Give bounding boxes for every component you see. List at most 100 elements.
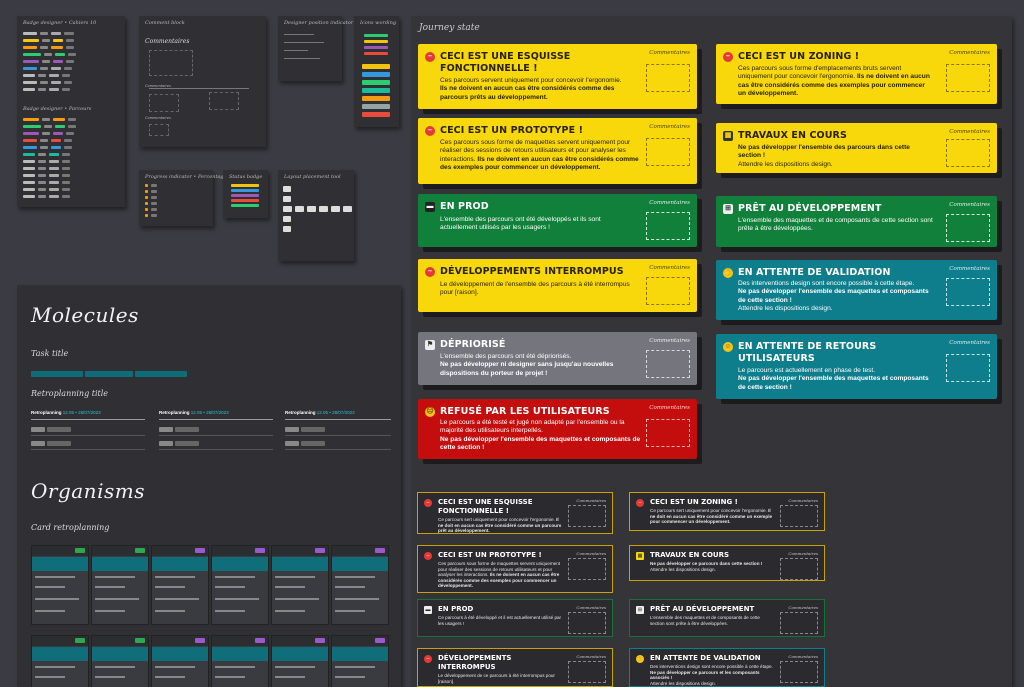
flag-icon: ⚑ xyxy=(425,340,435,350)
journey-title: Journey state xyxy=(419,23,480,33)
comment-box[interactable] xyxy=(946,278,990,306)
outline-card-validation[interactable]: ✋ EN ATTENTE DE VALIDATION Des intervent… xyxy=(629,648,825,687)
no-entry-icon: – xyxy=(636,499,644,507)
grid-icon: ⊞ xyxy=(636,606,644,614)
no-entry-icon: – xyxy=(424,655,432,663)
outline-card-zoning[interactable]: – CECI EST UN ZONING ! Ce parcours sert … xyxy=(629,492,825,531)
retro-card[interactable] xyxy=(31,635,89,687)
comment-box[interactable] xyxy=(946,214,990,242)
retro-label: Retroplanning 12.05 • 28/07/2023 xyxy=(159,410,229,415)
retro-card[interactable] xyxy=(31,545,89,625)
comment-box[interactable] xyxy=(568,558,606,580)
card-title: DÉVELOPPEMENTS INTERROMPUS xyxy=(440,266,624,277)
card-esquisse[interactable]: – CECI EST UNE ESQUISSE FONCTIONNELLE ! … xyxy=(418,44,697,109)
comment-box xyxy=(149,50,193,76)
molecules-frame[interactable]: Molecules Task title Retroplanning title… xyxy=(17,285,401,687)
comment-box[interactable] xyxy=(946,139,990,167)
outline-card-travaux[interactable]: ▦ TRAVAUX EN COURS Ne pas développer ce … xyxy=(629,545,825,581)
outline-card-interrompus[interactable]: – DÉVELOPPEMENTS INTERROMPUS Le développ… xyxy=(417,648,613,687)
outline-card-prod[interactable]: ▬ EN PROD Ce parcours à été développé et… xyxy=(417,599,613,637)
comment-box[interactable] xyxy=(646,138,690,166)
tools-frame-title: Icons wording xyxy=(360,20,397,26)
comment-box[interactable] xyxy=(646,350,690,378)
card-title: PRÊT AU DÉVELOPPEMENT xyxy=(738,203,882,214)
layout-tool-frame[interactable]: Layout placement tool xyxy=(278,170,354,261)
outline-card-prototype[interactable]: – CECI EST UN PROTOTYPE ! Ces parcours s… xyxy=(417,545,613,593)
card-title: CECI EST UN ZONING ! xyxy=(738,51,860,62)
card-title: CECI EST UNE ESQUISSE FONCTIONNELLE ! xyxy=(440,51,571,74)
card-interrompus[interactable]: – DÉVELOPPEMENTS INTERROMPUS Le développ… xyxy=(418,259,697,312)
grid-icon: ⊞ xyxy=(723,204,733,214)
status-badge-frame[interactable]: Status badge xyxy=(223,170,268,218)
outline-card-pret[interactable]: ⊞ PRÊT AU DÉVELOPPEMENT L'ensemble des m… xyxy=(629,599,825,637)
comment-block-frame[interactable]: Comment block Commentaires Commentaires … xyxy=(139,16,266,147)
comment-box[interactable] xyxy=(646,277,690,305)
no-entry-icon: – xyxy=(425,267,435,277)
retro-card[interactable] xyxy=(211,635,269,687)
comment-box[interactable] xyxy=(780,558,818,580)
card-pret[interactable]: ⊞ PRÊT AU DÉVELOPPEMENT L'ensemble des m… xyxy=(716,196,997,247)
card-prototype[interactable]: – CECI EST UN PROTOTYPE ! Ces parcours s… xyxy=(418,118,697,184)
comment-box[interactable] xyxy=(780,612,818,634)
outline-card-esquisse[interactable]: – CECI EST UNE ESQUISSE FONCTIONNELLE ! … xyxy=(417,492,613,534)
card-title: TRAVAUX EN COURS xyxy=(738,130,847,141)
task-pill[interactable] xyxy=(31,371,83,377)
card-deprio[interactable]: ⚑ DÉPRIORISÉ L'ensemble des parcours ont… xyxy=(418,332,697,385)
construction-icon: ▦ xyxy=(723,131,733,141)
card-prod[interactable]: ▬ EN PROD L'ensemble des parcours ont ét… xyxy=(418,194,697,247)
retro-card[interactable] xyxy=(91,545,149,625)
retro-card[interactable] xyxy=(271,545,329,625)
retro-card[interactable] xyxy=(331,545,389,625)
task-pill[interactable] xyxy=(135,371,187,377)
comment-box[interactable] xyxy=(780,505,818,527)
retro-card[interactable] xyxy=(151,635,209,687)
organisms-title: Organisms xyxy=(31,479,145,503)
card-retours[interactable]: ☺ EN ATTENTE DE RETOURS UTILISATEURS Le … xyxy=(716,334,997,399)
badge-frame-title-1: Badge designer • Cahiers 10 xyxy=(23,20,97,26)
card-validation[interactable]: ✋ EN ATTENTE DE VALIDATION Des intervent… xyxy=(716,260,997,320)
status-frame-title: Status badge xyxy=(229,174,263,180)
progress-frame-title: Progress indicator • Percentage xyxy=(145,174,227,180)
retro-label: Retroplanning 12.05 • 28/07/2023 xyxy=(31,410,101,415)
badge-designer-frame[interactable]: Badge designer • Cahiers 10 Badge design… xyxy=(17,16,125,207)
icons-wording-frame[interactable]: Icons wording xyxy=(354,16,399,127)
card-zoning[interactable]: – CECI EST UN ZONING ! Ces parcours sous… xyxy=(716,44,997,104)
comment-box[interactable] xyxy=(946,354,990,382)
progress-indicator-frame[interactable]: Progress indicator • Percentage xyxy=(139,170,227,226)
no-entry-icon: – xyxy=(723,52,733,62)
no-entry-icon: – xyxy=(425,52,435,62)
card-title: EN ATTENTE DE RETOURS UTILISATEURS xyxy=(738,341,877,364)
designer-frame-title: Designer position indicator xyxy=(284,20,354,26)
retro-label: Retroplanning 12.05 • 28/07/2023 xyxy=(285,410,355,415)
journey-state-frame[interactable]: Journey state – CECI EST UNE ESQUISSE FO… xyxy=(411,16,1012,687)
waving-hand-icon: ✋ xyxy=(636,655,644,663)
retro-card[interactable] xyxy=(211,545,269,625)
comment-box[interactable] xyxy=(646,64,690,92)
retro-card[interactable] xyxy=(271,635,329,687)
designer-indicator-frame[interactable]: Designer position indicator xyxy=(278,16,353,81)
retro-card[interactable] xyxy=(91,635,149,687)
card-travaux[interactable]: ▦ TRAVAUX EN COURS Ne pas développer l'e… xyxy=(716,123,997,173)
task-pill[interactable] xyxy=(85,371,133,377)
card-title: CECI EST UN PROTOTYPE ! xyxy=(440,125,584,136)
retro-card[interactable] xyxy=(331,635,389,687)
card-retro-title: Card retroplanning xyxy=(31,523,110,532)
comment-box[interactable] xyxy=(646,212,690,240)
comment-box[interactable] xyxy=(780,661,818,683)
waving-hand-icon: ✋ xyxy=(723,268,733,278)
comment-box[interactable] xyxy=(568,661,606,683)
retro-title: Retroplanning title xyxy=(31,389,109,398)
comment-box[interactable] xyxy=(568,612,606,634)
comment-box[interactable] xyxy=(646,419,690,447)
card-title: EN PROD xyxy=(440,201,489,212)
comment-box[interactable] xyxy=(946,64,990,92)
retro-card[interactable] xyxy=(151,545,209,625)
construction-icon: ▦ xyxy=(636,552,644,560)
comment-box[interactable] xyxy=(568,505,606,527)
frown-face-icon: ☹ xyxy=(425,407,435,417)
molecules-title: Molecules xyxy=(31,303,139,327)
comment-label: Commentaires xyxy=(145,38,190,45)
monitor-icon: ▬ xyxy=(424,606,432,614)
card-refuse[interactable]: ☹ REFUSÉ PAR LES UTILISATEURS Le parcour… xyxy=(418,399,697,459)
content-frame-title: Layout placement tool xyxy=(284,174,341,180)
